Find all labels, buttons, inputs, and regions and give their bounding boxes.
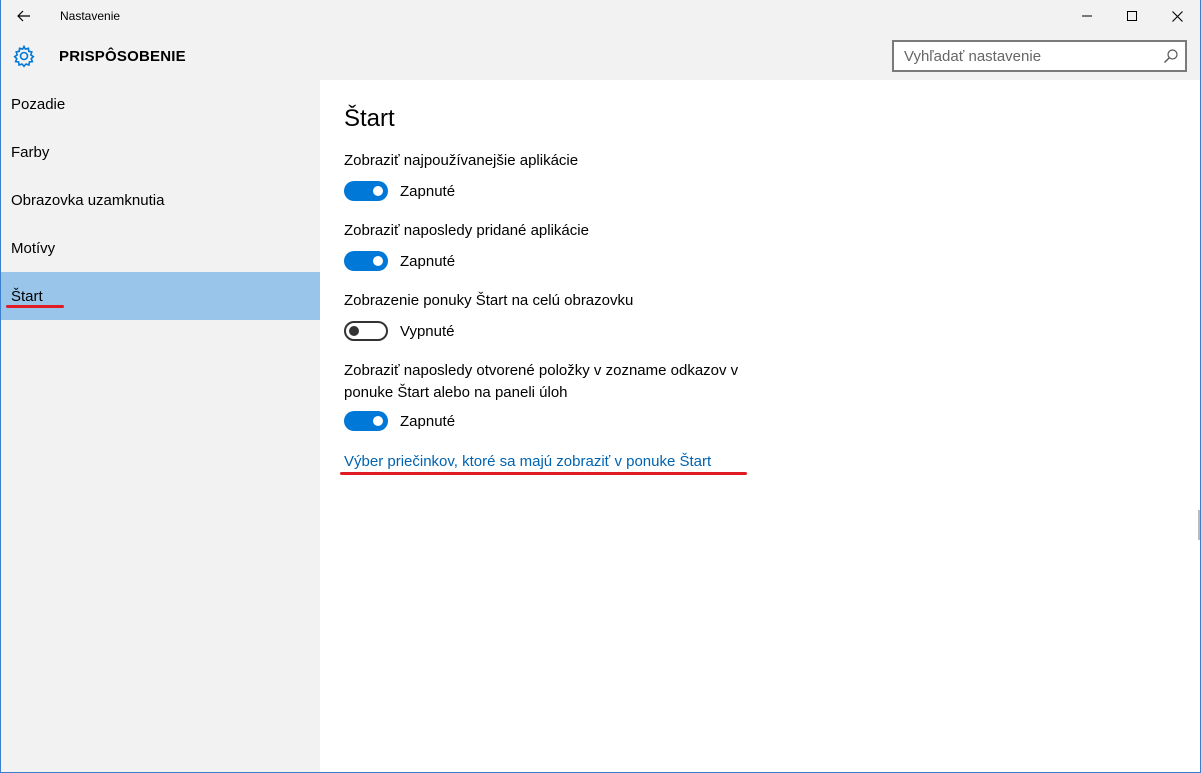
toggle-state-recently-added: Zapnuté — [400, 253, 456, 270]
maximize-icon — [1127, 11, 1137, 21]
search-icon[interactable] — [1163, 48, 1179, 64]
window-title: Nastavenie — [60, 9, 121, 23]
search-box[interactable] — [892, 40, 1187, 72]
sidebar-item-obrazovka-uzamknutia[interactable]: Obrazovka uzamknutia — [1, 176, 320, 224]
close-button[interactable] — [1154, 0, 1200, 32]
toggle-state-most-used: Zapnuté — [400, 183, 456, 200]
sidebar-item-pozadie[interactable]: Pozadie — [1, 80, 320, 128]
section-title: PRISPÔSOBENIE — [59, 48, 186, 65]
toggle-recent-items[interactable] — [344, 411, 388, 431]
toggle-recently-added[interactable] — [344, 251, 388, 271]
sidebar-item-farby[interactable]: Farby — [1, 128, 320, 176]
setting-label-recently-added: Zobraziť naposledy pridané aplikácie — [344, 222, 589, 239]
sidebar-item-label: Farby — [11, 143, 50, 161]
sidebar-item-label: Obrazovka uzamknutia — [11, 191, 165, 209]
back-button[interactable] — [1, 0, 47, 32]
toggle-knob — [373, 186, 383, 196]
sidebar-item-label: Štart — [11, 287, 43, 305]
sidebar: Pozadie Farby Obrazovka uzamknutia Motív… — [1, 80, 320, 772]
toggle-state-recent-items: Zapnuté — [400, 413, 456, 430]
toggle-most-used[interactable] — [344, 181, 388, 201]
toggle-knob — [349, 326, 359, 336]
choose-folders-link[interactable]: Výber priečinkov, ktoré sa majú zobraziť… — [344, 453, 711, 470]
sidebar-item-label: Pozadie — [11, 95, 66, 113]
sidebar-item-start[interactable]: Štart — [1, 272, 320, 320]
setting-label-most-used: Zobraziť najpoužívanejšie aplikácie — [344, 152, 579, 169]
search-input[interactable] — [894, 42, 1154, 70]
minimize-button[interactable] — [1064, 0, 1110, 32]
main-content: Štart Zobraziť najpoužívanejšie aplikáci… — [320, 80, 1200, 772]
back-arrow-icon — [17, 10, 30, 22]
toggle-knob — [373, 256, 383, 266]
annotation-underline-start — [6, 305, 64, 308]
minimize-icon — [1082, 15, 1092, 17]
setting-label-fullscreen-start: Zobrazenie ponuky Štart na celú obrazovk… — [344, 292, 634, 309]
setting-label-recent-items: Zobraziť naposledy otvorené položky v zo… — [344, 362, 739, 401]
gear-icon — [13, 44, 35, 68]
toggle-state-fullscreen-start: Vypnuté — [400, 323, 455, 340]
toggle-knob — [373, 416, 383, 426]
close-icon — [1171, 10, 1183, 22]
maximize-button[interactable] — [1109, 0, 1155, 32]
sidebar-item-label: Motívy — [11, 239, 56, 257]
title-bar: Nastavenie — [1, 0, 1200, 32]
toggle-fullscreen-start[interactable] — [344, 321, 388, 341]
sidebar-item-motivy[interactable]: Motívy — [1, 224, 320, 272]
page-header: PRISPÔSOBENIE — [1, 32, 1200, 80]
settings-window: Nastavenie PRISPÔSOBENIE Vyhľadať nastav… — [0, 0, 1201, 773]
page-title: Štart — [344, 105, 395, 132]
annotation-underline-link — [340, 472, 747, 475]
